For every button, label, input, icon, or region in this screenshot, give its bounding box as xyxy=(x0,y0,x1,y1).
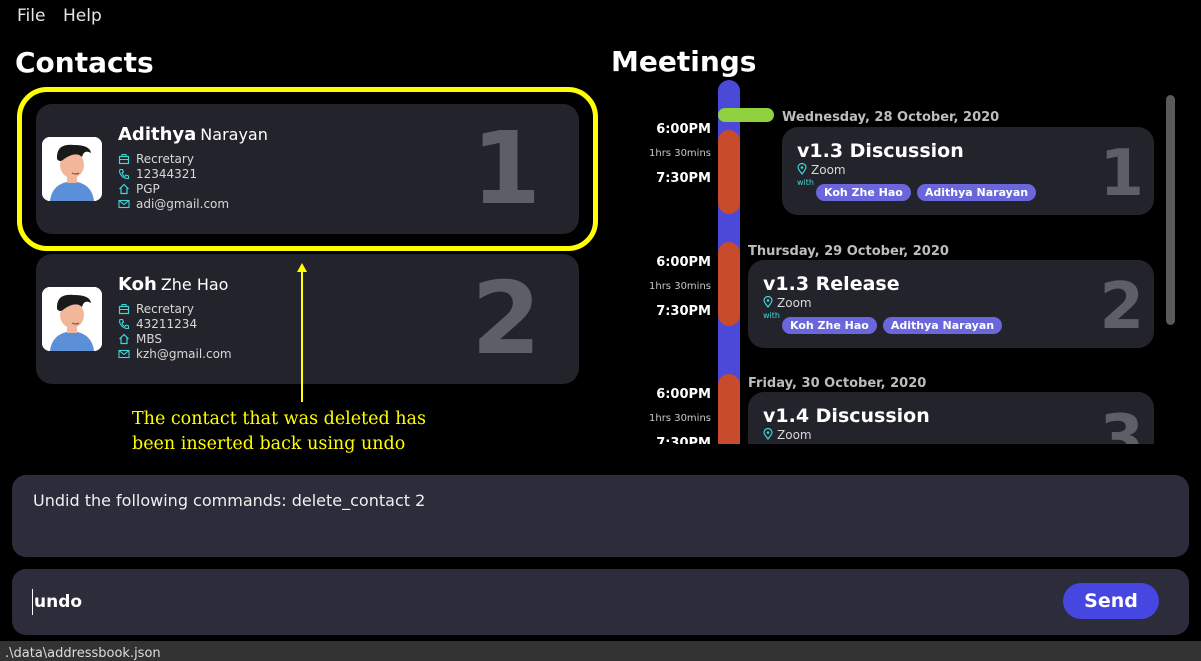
meetings-list[interactable]: 6:00PM 1hrs 30mins 7:30PM Wednesday, 28 … xyxy=(610,80,1180,444)
meetings-scrollbar[interactable] xyxy=(1166,95,1175,325)
contact-name: Koh Zhe Hao xyxy=(118,274,229,295)
contact-department: Recretary xyxy=(118,302,194,317)
home-icon xyxy=(118,333,130,345)
meeting-participants: Koh Zhe Hao Adithya Narayan xyxy=(816,181,1042,201)
meeting-date: Wednesday, 28 October, 2020 xyxy=(782,110,1000,125)
command-input[interactable] xyxy=(32,589,934,615)
meeting-participants: Koh Zhe Hao Adithya Narayan xyxy=(782,314,1008,334)
meeting-end: 7:30PM xyxy=(656,436,711,444)
meeting-title: v1.3 Discussion xyxy=(797,140,964,162)
meeting-date: Friday, 30 October, 2020 xyxy=(748,376,927,391)
meeting-start: 6:00PM xyxy=(656,122,711,137)
meeting-location: Zoom xyxy=(763,427,812,442)
command-box: Send xyxy=(12,569,1189,635)
meeting-duration: 1hrs 30mins xyxy=(649,148,711,159)
meeting-end: 7:30PM xyxy=(656,304,711,319)
briefcase-icon xyxy=(118,303,130,315)
timeline-slot xyxy=(718,130,740,214)
meeting-index: 1 xyxy=(1099,137,1144,211)
avatar xyxy=(42,287,102,351)
arrow-up-icon xyxy=(297,263,307,402)
timeline-now-marker xyxy=(718,108,774,122)
participant-tag: Koh Zhe Hao xyxy=(816,184,911,201)
meetings-title: Meetings xyxy=(611,45,757,78)
meeting-title: v1.4 Discussion xyxy=(763,405,930,427)
meeting-location: Zoom xyxy=(797,162,846,177)
location-pin-icon xyxy=(797,162,807,175)
contact-email: kzh@gmail.com xyxy=(118,347,232,362)
contact-index: 2 xyxy=(471,260,541,377)
contacts-title: Contacts xyxy=(15,46,154,79)
meeting-start: 6:00PM xyxy=(656,255,711,270)
menu-help[interactable]: Help xyxy=(63,6,102,26)
meeting-card[interactable]: v1.3 Release Zoom with Koh Zhe Hao Adithy… xyxy=(748,260,1154,348)
status-bar: .\data\addressbook.json xyxy=(0,641,1201,661)
meeting-index: 2 xyxy=(1099,270,1144,344)
location-pin-icon xyxy=(763,295,773,308)
contact-phone: 43211234 xyxy=(118,317,197,332)
result-display: Undid the following commands: delete_con… xyxy=(12,475,1189,557)
highlight-box xyxy=(17,87,598,251)
contact-address: MBS xyxy=(118,332,162,347)
participant-tag: Adithya Narayan xyxy=(882,317,1003,334)
meeting-start: 6:00PM xyxy=(656,387,711,402)
result-text: Undid the following commands: delete_con… xyxy=(33,491,426,510)
meeting-card[interactable]: v1.3 Discussion Zoom with Koh Zhe Hao Adi… xyxy=(782,127,1154,215)
mail-icon xyxy=(118,348,130,360)
menu-file[interactable]: File xyxy=(17,6,45,26)
meeting-with-label: with xyxy=(763,311,780,320)
meeting-duration: 1hrs 30mins xyxy=(649,281,711,292)
meeting-duration: 1hrs 30mins xyxy=(649,413,711,424)
participant-tag: Koh Zhe Hao xyxy=(782,317,877,334)
meeting-date: Thursday, 29 October, 2020 xyxy=(748,244,949,259)
meeting-card[interactable]: v1.4 Discussion Zoom with 3 xyxy=(748,392,1154,444)
location-pin-icon xyxy=(763,427,773,440)
annotation-text: The contact that was deleted has been in… xyxy=(132,409,426,454)
participant-tag: Adithya Narayan xyxy=(916,184,1037,201)
timeline-slot xyxy=(718,242,740,326)
meeting-with-label: with xyxy=(797,178,814,187)
meeting-index: 3 xyxy=(1099,402,1144,444)
timeline-slot xyxy=(718,374,740,444)
phone-icon xyxy=(118,318,130,330)
meeting-location: Zoom xyxy=(763,295,812,310)
meeting-with-label: with xyxy=(763,443,780,444)
status-path: .\data\addressbook.json xyxy=(5,646,161,661)
send-button[interactable]: Send xyxy=(1063,583,1159,619)
meeting-end: 7:30PM xyxy=(656,171,711,186)
meeting-title: v1.3 Release xyxy=(763,273,900,295)
